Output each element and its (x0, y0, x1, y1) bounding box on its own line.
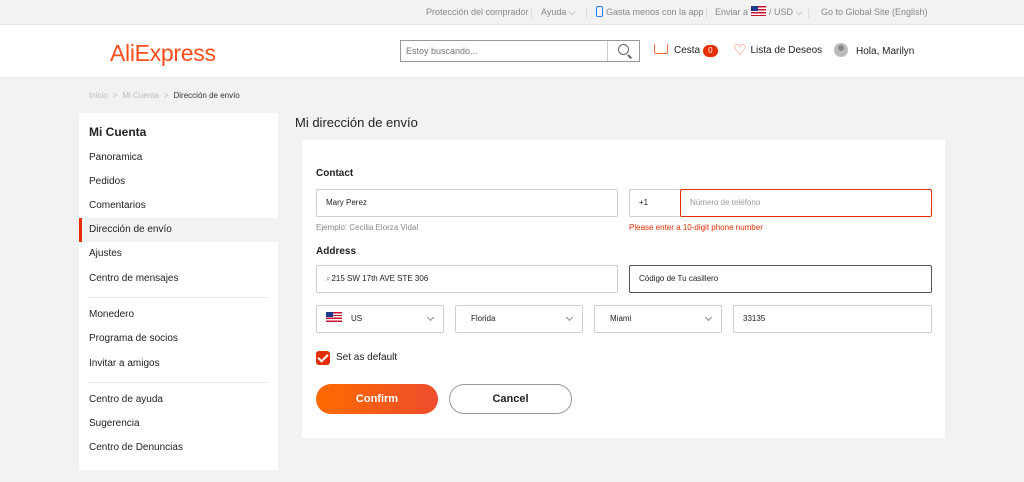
search-button[interactable] (607, 41, 639, 61)
address-heading: Address (316, 246, 357, 257)
breadcrumb-separator: > (163, 91, 169, 100)
name-hint: Ejemplo: Cecilia Elorza Vidal (316, 223, 419, 232)
cart-link[interactable]: Cesta 0 (654, 43, 718, 59)
phone-error-message: Please enter a 10-digit phone number (629, 223, 763, 232)
confirm-button[interactable]: Confirm (316, 384, 438, 414)
sidebar-item-ayuda[interactable]: Centro de ayuda (79, 388, 278, 412)
divider (586, 7, 587, 18)
help-label: Ayuda (541, 7, 567, 17)
default-checkbox[interactable] (316, 351, 330, 365)
locker-code-input[interactable]: Código de Tu casillero (629, 265, 932, 293)
country-select[interactable]: US (316, 305, 444, 333)
search-icon (618, 44, 629, 55)
account-sidebar: Mi Cuenta Panoramica Pedidos Comentarios… (79, 113, 278, 470)
city-select[interactable]: Miami (594, 305, 722, 333)
sidebar-divider (89, 382, 268, 383)
chevron-down-icon (426, 313, 435, 322)
help-menu[interactable]: Ayuda ⌵ (541, 0, 576, 24)
chevron-down-icon: ⌵ (795, 7, 803, 17)
chevron-down-icon (565, 313, 574, 322)
city-value: Miami (610, 314, 632, 323)
breadcrumb-home[interactable]: Inicio (89, 91, 108, 100)
sidebar-item-comentarios[interactable]: Comentarios (79, 194, 278, 218)
sidebar-divider (89, 297, 268, 298)
state-value: Florida (471, 314, 496, 323)
zip-input[interactable]: 33135 (733, 305, 932, 333)
app-download-link[interactable]: Gasta menos con la app (596, 0, 704, 24)
sidebar-item-panoramica[interactable]: Panoramica (79, 146, 278, 170)
location-pin-icon: ⌕ (326, 274, 331, 283)
divider (808, 7, 809, 18)
heart-icon: ♡ (733, 42, 747, 59)
us-flag-icon (326, 312, 342, 322)
sidebar-item-socios[interactable]: Programa de socios (79, 327, 278, 351)
address-form-card: Contact Mary Perez Ejemplo: Cecilia Elor… (302, 140, 945, 438)
state-select[interactable]: Florida (455, 305, 583, 333)
currency-label: / USD (769, 7, 794, 17)
breadcrumb-separator: > (112, 91, 118, 100)
sidebar-item-denuncias[interactable]: Centro de Denuncias (79, 436, 278, 460)
aliexpress-logo[interactable]: AliExpress (110, 40, 216, 67)
global-site-link[interactable]: Go to Global Site (English) (821, 0, 928, 24)
sidebar-item-mensajes[interactable]: Centro de mensajes (79, 267, 278, 291)
name-input[interactable]: Mary Perez (316, 189, 618, 217)
wishlist-link[interactable]: ♡ Lista de Deseos (733, 43, 822, 59)
wishlist-label: Lista de Deseos (750, 45, 823, 56)
ship-to-selector[interactable]: Enviar a / USD ⌵ (715, 0, 802, 24)
page-title: Mi dirección de envío (295, 115, 418, 130)
phone-prefix-select[interactable]: +1 (629, 189, 681, 217)
sidebar-item-monedero[interactable]: Monedero (79, 303, 278, 327)
cart-label: Cesta (674, 45, 701, 56)
cart-icon (654, 44, 668, 54)
contact-heading: Contact (316, 168, 354, 179)
phone-icon (596, 6, 603, 17)
top-utility-bar: Protección del comprador Ayuda ⌵ Gasta m… (0, 0, 1024, 25)
search-input[interactable]: Estoy buscando... (406, 41, 478, 61)
sidebar-title: Mi Cuenta (89, 125, 147, 139)
chevron-down-icon: ⌵ (568, 7, 576, 17)
address-value: 215 SW 17th AVE STE 306 (331, 274, 429, 283)
sidebar-item-invitar[interactable]: Invitar a amigos (79, 352, 278, 376)
address-input[interactable]: ⌕215 SW 17th AVE STE 306 (316, 265, 618, 293)
breadcrumb: Inicio > Mi Cuenta > Dirección de envío (89, 91, 240, 100)
avatar (834, 43, 848, 57)
sidebar-item-direccion-envio[interactable]: Dirección de envío (79, 218, 278, 242)
sidebar-item-pedidos[interactable]: Pedidos (79, 170, 278, 194)
account-menu[interactable]: Hola, Marilyn (834, 43, 914, 60)
app-label: Gasta menos con la app (606, 7, 704, 17)
site-header: AliExpress Estoy buscando... Cesta 0 ♡ Lis… (0, 25, 1024, 78)
default-label: Set as default (336, 352, 398, 363)
greeting-label: Hola, Marilyn (856, 46, 915, 57)
us-flag-icon (751, 6, 767, 16)
sidebar-item-ajustes[interactable]: Ajustes (79, 242, 278, 266)
cancel-button[interactable]: Cancel (449, 384, 572, 414)
chevron-down-icon (704, 313, 713, 322)
ship-to-label: Enviar a (715, 7, 749, 17)
divider (531, 7, 532, 18)
buyer-protection-link[interactable]: Protección del comprador (426, 0, 529, 24)
search-box: Estoy buscando... (400, 40, 640, 62)
breadcrumb-account[interactable]: Mi Cuenta (122, 91, 158, 100)
phone-input[interactable]: Número de teléfono (680, 189, 932, 217)
breadcrumb-current: Dirección de envío (173, 91, 240, 100)
sidebar-item-sugerencia[interactable]: Sugerencia (79, 412, 278, 436)
cart-count-badge: 0 (703, 45, 718, 57)
country-value: US (351, 314, 363, 323)
divider (706, 7, 707, 18)
